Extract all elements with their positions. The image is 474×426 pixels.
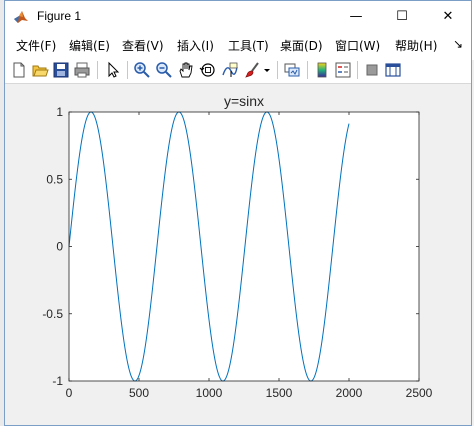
print-icon[interactable] — [73, 61, 91, 79]
new-figure-icon[interactable] — [10, 61, 28, 79]
x-tick-label: 1000 — [196, 386, 223, 400]
colorbar-icon[interactable] — [313, 61, 331, 79]
save-icon[interactable] — [52, 61, 70, 79]
hide-plot-tools-icon[interactable] — [363, 61, 381, 79]
line-plot[interactable]: y=sinx 0 500 1000 1500 2000 2500 -1 -0.5 0 0.5 1 — [5, 85, 471, 425]
toolbar-separator — [127, 61, 128, 79]
close-button[interactable]: ✕ — [425, 1, 471, 32]
minimize-icon: — — [349, 9, 363, 24]
title-bar[interactable]: Figure 1 — ☐ ✕ — [5, 1, 471, 32]
figure-window: Figure 1 — ☐ ✕ 文件(F) 编辑(E) 查看(V) 插入(I) 工… — [4, 0, 472, 426]
menu-desktop[interactable]: 桌面(D) — [280, 37, 323, 54]
y-tick-label: 0 — [56, 240, 63, 254]
close-icon: ✕ — [442, 9, 454, 24]
window-title: Figure 1 — [37, 9, 82, 23]
open-file-icon[interactable] — [31, 61, 49, 79]
menu-help[interactable]: 帮助(H) — [395, 37, 437, 54]
link-plot-icon[interactable] — [283, 61, 301, 79]
maximize-button[interactable]: ☐ — [379, 1, 425, 32]
matlab-logo-icon — [14, 11, 28, 23]
pointer-icon[interactable] — [104, 61, 122, 79]
menu-insert[interactable]: 插入(I) — [177, 37, 214, 54]
y-tick-label: -1 — [52, 374, 63, 388]
x-tick-label: 2000 — [336, 386, 363, 400]
menu-edit[interactable]: 编辑(E) — [69, 37, 110, 54]
zoom-in-icon[interactable] — [133, 61, 151, 79]
figure-canvas[interactable]: y=sinx 0 500 1000 1500 2000 2500 -1 -0.5 0 0.5 1 — [5, 85, 471, 425]
toolbar-separator — [277, 61, 278, 79]
brush-dropdown-icon[interactable] — [262, 61, 272, 79]
pan-icon[interactable] — [177, 61, 195, 79]
y-tick-label: -0.5 — [42, 307, 63, 321]
toolbar-separator — [97, 61, 98, 79]
brush-icon[interactable] — [243, 61, 261, 79]
zoom-out-icon[interactable] — [155, 61, 173, 79]
maximize-icon: ☐ — [396, 9, 408, 24]
menu-overflow[interactable]: ↘ — [453, 37, 463, 51]
toolbar-separator — [357, 61, 358, 79]
menu-tools[interactable]: 工具(T) — [228, 37, 269, 54]
show-plot-tools-icon[interactable] — [384, 61, 402, 79]
legend-icon[interactable] — [334, 61, 352, 79]
y-tick-label: 0.5 — [46, 172, 63, 186]
x-tick-label: 0 — [66, 386, 73, 400]
menu-bar: 文件(F) 编辑(E) 查看(V) 插入(I) 工具(T) 桌面(D) 窗口(W… — [5, 32, 471, 56]
minimize-button[interactable]: — — [333, 1, 379, 32]
y-tick-label: 1 — [56, 105, 63, 119]
data-cursor-icon[interactable] — [221, 61, 239, 79]
rotate-3d-icon[interactable] — [199, 61, 217, 79]
menu-window[interactable]: 窗口(W) — [335, 37, 380, 54]
menu-file[interactable]: 文件(F) — [16, 37, 56, 54]
x-tick-label: 500 — [129, 386, 149, 400]
plot-title: y=sinx — [224, 93, 264, 109]
x-tick-label: 1500 — [266, 386, 293, 400]
axes-background — [69, 112, 419, 381]
menu-view[interactable]: 查看(V) — [122, 37, 164, 54]
figure-toolbar — [5, 56, 471, 84]
toolbar-separator — [307, 61, 308, 79]
x-tick-label: 2500 — [406, 386, 433, 400]
